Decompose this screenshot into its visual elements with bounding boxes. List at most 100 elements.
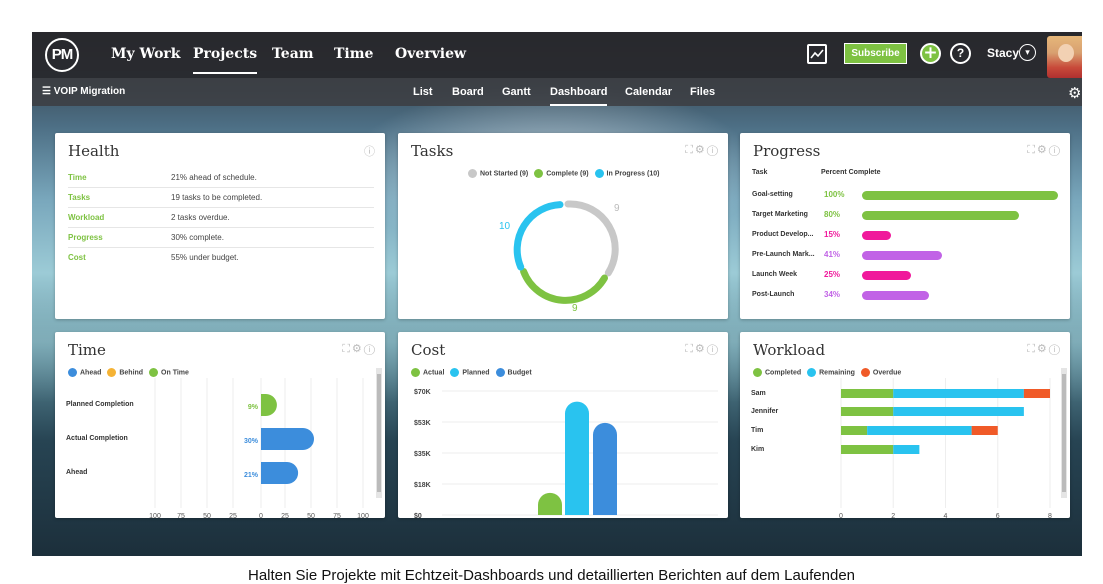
project-title: VOIP Migration xyxy=(53,86,126,97)
x-tick-label: 75 xyxy=(177,513,185,518)
scrollbar[interactable] xyxy=(1061,368,1067,498)
add-icon[interactable]: + xyxy=(920,43,941,64)
tab-calendar[interactable]: Calendar xyxy=(625,86,672,98)
progress-bar xyxy=(862,211,1019,220)
x-tick-label: 100 xyxy=(357,513,369,518)
nav-projects[interactable]: Projects xyxy=(193,46,258,74)
health-value: 55% under budget. xyxy=(171,253,239,262)
health-label: Time xyxy=(68,173,87,182)
progress-card: Progress ⛶⚙ⓘ Task Percent Complete Goal-… xyxy=(740,133,1070,319)
progress-row: Product Develop... 15% xyxy=(752,227,1067,247)
card-title: Progress xyxy=(753,142,821,160)
progress-row: Post-Launch 34% xyxy=(752,287,1067,307)
nav-my-work[interactable]: My Work xyxy=(111,46,181,62)
project-tab-bar: ☰ VOIP Migration List Board Gantt Dashbo… xyxy=(32,78,1082,106)
workload-segment xyxy=(841,389,894,398)
x-tick-label: 4 xyxy=(944,513,948,518)
cost-card: Cost ⛶⚙ⓘ Actual Planned Budget $70K $53K $… xyxy=(398,332,728,518)
y-tick-label: $35K xyxy=(414,451,431,458)
caption: Halten Sie Projekte mit Echtzeit-Dashboa… xyxy=(247,567,856,584)
donut-label-in-progress: 10 xyxy=(499,221,511,232)
x-tick-label: 50 xyxy=(307,513,315,518)
bar-value-label: 30% xyxy=(244,438,259,445)
health-label: Workload xyxy=(68,213,105,222)
health-value: 2 tasks overdue. xyxy=(171,213,230,222)
percent-label: 80% xyxy=(824,210,841,219)
project-menu[interactable]: ☰ VOIP Migration xyxy=(42,86,125,97)
workload-segment xyxy=(1023,389,1050,398)
y-tick-label: $18K xyxy=(414,482,431,489)
workload-segment xyxy=(867,426,972,435)
y-tick-label: $0 xyxy=(414,513,422,518)
y-tick-label: $53K xyxy=(414,420,431,427)
time-card: Time ⛶⚙ⓘ Ahead Behind On Time 100 75 50 25 0… xyxy=(55,332,385,518)
percent-label: 15% xyxy=(824,230,841,239)
health-row: Cost 55% under budget. xyxy=(68,248,374,268)
task-name: Post-Launch xyxy=(752,291,795,298)
progress-bar xyxy=(862,191,1058,200)
category-label: Ahead xyxy=(66,469,87,476)
workload-bar-chart: 0 2 4 6 8 Sam Jennifer Tim Kim xyxy=(751,378,1052,518)
health-row: Workload 2 tasks overdue. xyxy=(68,208,374,228)
workload-segment xyxy=(893,445,920,454)
category-label: Planned Completion xyxy=(66,401,134,408)
pm-logo[interactable]: PM xyxy=(45,38,79,72)
health-value: 19 tasks to be completed. xyxy=(171,193,263,202)
progress-bar xyxy=(862,231,892,240)
tab-dashboard[interactable]: Dashboard xyxy=(550,86,608,106)
health-label: Tasks xyxy=(68,193,91,202)
app-window: PM My Work Projects Team Time Overview S… xyxy=(32,32,1082,556)
percent-label: 100% xyxy=(824,190,845,199)
person-label: Tim xyxy=(751,427,763,434)
chevron-down-icon[interactable]: ▾ xyxy=(1019,44,1036,61)
workload-segment xyxy=(893,389,1024,398)
x-tick-label: 75 xyxy=(333,513,341,518)
health-row: Progress 30% complete. xyxy=(68,228,374,248)
health-label: Progress xyxy=(68,233,103,242)
y-tick-label: $70K xyxy=(414,389,431,396)
settings-gear-icon[interactable]: ⚙ xyxy=(1068,84,1081,102)
workload-segment xyxy=(841,407,894,416)
task-name: Pre-Launch Mark... xyxy=(752,251,815,258)
nav-team[interactable]: Team xyxy=(272,46,314,62)
category-label: Actual Completion xyxy=(66,435,128,442)
progress-row: Target Marketing 80% xyxy=(752,207,1067,227)
bar-value-label: 21% xyxy=(244,472,259,479)
card-actions-icons[interactable]: ⛶⚙ⓘ xyxy=(1027,143,1062,157)
percent-label: 25% xyxy=(824,270,841,279)
task-name: Product Develop... xyxy=(752,231,814,238)
x-tick-label: 50 xyxy=(203,513,211,518)
card-title: Health xyxy=(68,142,120,160)
time-bar xyxy=(261,462,299,484)
x-tick-label: 8 xyxy=(1048,513,1052,518)
help-icon[interactable]: ? xyxy=(950,43,971,64)
tasks-card: Tasks ⛶⚙ⓘ Not Started (9) Complete (9) I… xyxy=(398,133,728,319)
column-header-percent: Percent Complete xyxy=(821,169,881,176)
percent-label: 34% xyxy=(824,290,841,299)
tab-gantt[interactable]: Gantt xyxy=(502,86,531,98)
user-name[interactable]: Stacy xyxy=(987,46,1019,60)
tab-files[interactable]: Files xyxy=(690,86,715,98)
cost-bar xyxy=(538,492,562,515)
x-tick-label: 100 xyxy=(149,513,161,518)
nav-time[interactable]: Time xyxy=(334,46,373,62)
nav-overview[interactable]: Overview xyxy=(395,46,466,62)
presentation-chart-icon[interactable] xyxy=(807,44,827,64)
progress-bar xyxy=(862,251,943,260)
time-bar xyxy=(261,428,315,450)
hamburger-icon: ☰ xyxy=(42,86,51,97)
avatar[interactable] xyxy=(1047,36,1082,78)
column-header-task: Task xyxy=(752,169,768,176)
x-tick-label: 2 xyxy=(891,513,895,518)
cost-bar xyxy=(593,422,617,515)
donut-segment-not-started xyxy=(564,200,619,277)
subscribe-button[interactable]: Subscribe xyxy=(844,43,907,64)
tab-board[interactable]: Board xyxy=(452,86,484,98)
tab-list[interactable]: List xyxy=(413,86,433,98)
time-bar xyxy=(261,394,277,416)
workload-card: Workload ⛶⚙ⓘ Completed Remaining Overdue… xyxy=(740,332,1070,518)
x-tick-label: 0 xyxy=(259,513,263,518)
scrollbar[interactable] xyxy=(376,368,382,498)
help-icon[interactable]: ⓘ xyxy=(364,143,377,159)
health-value: 30% complete. xyxy=(171,233,224,242)
